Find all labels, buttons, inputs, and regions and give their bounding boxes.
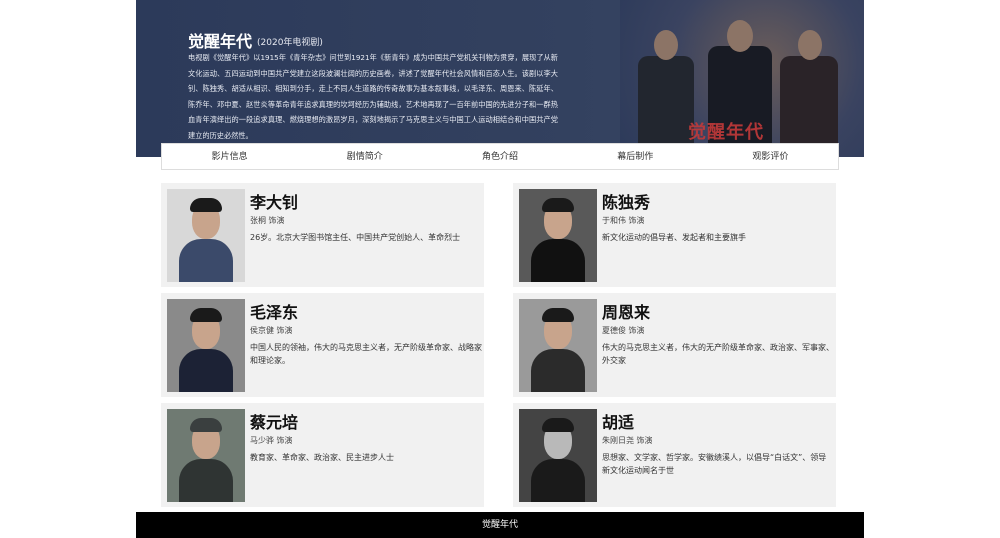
character-name: 周恩来 (602, 303, 651, 322)
actor-photo (167, 409, 245, 502)
actor-name: 张桐 饰演 (250, 216, 285, 225)
nav-item-reviews[interactable]: 观影评价 (703, 144, 838, 169)
character-description: 教育家、革命家、政治家、民主进步人士 (250, 453, 394, 462)
character-description: 中国人民的领袖，伟大的马克思主义者，无产阶级革命家、战略家和理论家。 (250, 343, 482, 365)
character-card-zhou-enlai[interactable]: 周恩来 夏德俊 饰演 伟大的马克思主义者，伟大的无产阶级革命家、政治家、军事家、… (513, 293, 836, 397)
character-name: 李大钊 (250, 193, 299, 212)
character-name: 蔡元培 (250, 413, 299, 432)
actor-photo (167, 189, 245, 282)
character-card-hu-shi[interactable]: 胡适 朱刚日尧 饰演 思想家、文学家、哲学家。安徽绩溪人，以倡导“白话文”、领导… (513, 403, 836, 507)
page: 觉醒年代 (2020年电视剧) 电视剧《觉醒年代》以1915年《青年杂志》问世到… (136, 0, 864, 538)
character-card-chen-duxiu[interactable]: 陈独秀 于和伟 饰演 新文化运动的倡导者、发起者和主要旗手 (513, 183, 836, 287)
character-description: 26岁。北京大学图书馆主任、中国共产党创始人、革命烈士 (250, 233, 461, 242)
nav-bar: 影片信息 剧情简介 角色介绍 幕后制作 观影评价 (161, 143, 839, 170)
character-card-cai-yuanpei[interactable]: 蔡元培 马少骅 饰演 教育家、革命家、政治家、民主进步人士 (161, 403, 484, 507)
banner: 觉醒年代 (2020年电视剧) 电视剧《觉醒年代》以1915年《青年杂志》问世到… (136, 0, 864, 157)
character-name: 胡适 (602, 413, 635, 432)
poster-image: 觉醒年代 (620, 0, 864, 157)
nav-item-info[interactable]: 影片信息 (162, 144, 297, 169)
banner-title: 觉醒年代 (188, 32, 253, 51)
actor-name: 朱刚日尧 饰演 (602, 436, 653, 445)
actor-photo (519, 299, 597, 392)
character-description: 新文化运动的倡导者、发起者和主要旗手 (602, 233, 746, 242)
banner-subtitle: (2020年电视剧) (257, 38, 323, 48)
actor-name: 夏德俊 饰演 (602, 326, 645, 335)
character-description: 伟大的马克思主义者，伟大的无产阶级革命家、政治家、军事家、外交家 (602, 343, 834, 365)
nav-item-characters[interactable]: 角色介绍 (432, 144, 567, 169)
character-description: 思想家、文学家、哲学家。安徽绩溪人，以倡导“白话文”、领导新文化运动闻名于世 (602, 453, 827, 475)
nav-item-plot[interactable]: 剧情简介 (297, 144, 432, 169)
actor-photo (519, 409, 597, 502)
character-name: 陈独秀 (602, 193, 651, 212)
character-card-li-dazhao[interactable]: 李大钊 张桐 饰演 26岁。北京大学图书馆主任、中国共产党创始人、革命烈士 (161, 183, 484, 287)
actor-photo (519, 189, 597, 282)
actor-name: 马少骅 饰演 (250, 436, 293, 445)
actor-photo (167, 299, 245, 392)
nav-item-behind-scenes[interactable]: 幕后制作 (568, 144, 703, 169)
actor-name: 侯京健 饰演 (250, 326, 293, 335)
footer: 觉醒年代 (136, 512, 864, 538)
poster-title-text: 觉醒年代 (688, 122, 764, 143)
character-card-mao-zedong[interactable]: 毛泽东 侯京健 饰演 中国人民的领袖，伟大的马克思主义者，无产阶级革命家、战略家… (161, 293, 484, 397)
banner-description: 电视剧《觉醒年代》以1915年《青年杂志》问世到1921年《新青年》成为中国共产… (188, 53, 558, 140)
character-name: 毛泽东 (250, 303, 299, 322)
actor-name: 于和伟 饰演 (602, 216, 645, 225)
